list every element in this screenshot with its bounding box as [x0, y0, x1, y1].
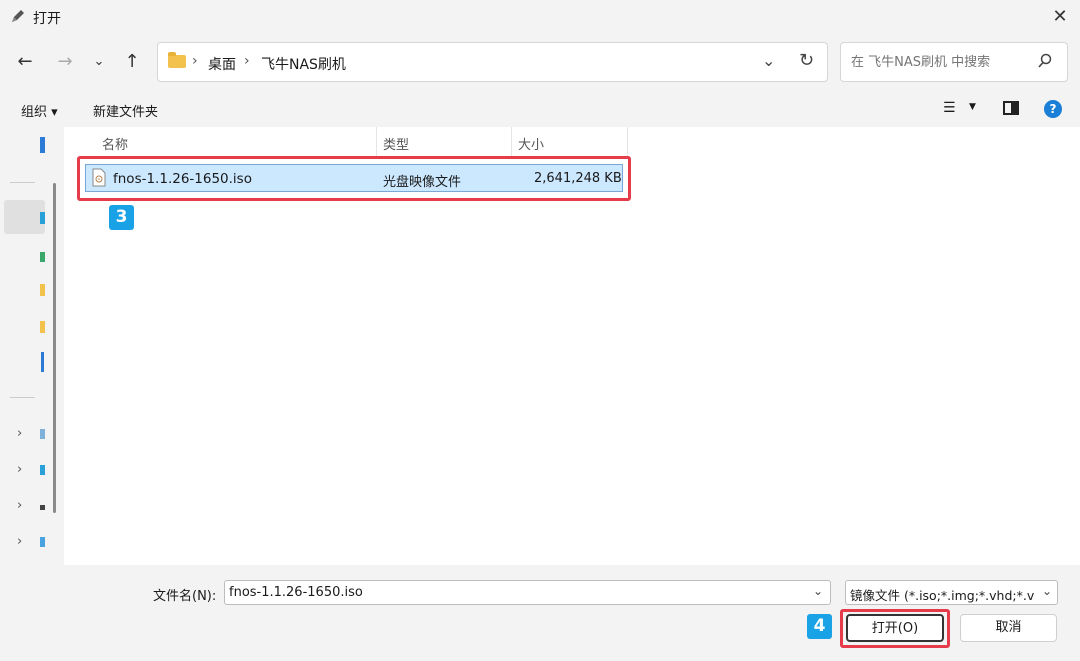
- nav-item-icon[interactable]: [41, 352, 44, 372]
- address-bar[interactable]: › 桌面 › 飞牛NAS刷机 ⌄ ↻: [157, 42, 828, 82]
- folder-icon: [168, 52, 186, 68]
- view-list-icon[interactable]: ☰: [943, 100, 956, 116]
- filename-field[interactable]: fnos-1.1.26-1650.iso ⌄: [224, 580, 831, 605]
- expand-chevron-icon[interactable]: ›: [17, 498, 22, 513]
- breadcrumb-separator: ›: [244, 53, 250, 69]
- filetype-value: 镜像文件 (*.iso;*.img;*.vhd;*.v: [850, 588, 1035, 603]
- nav-item-folder-icon[interactable]: [40, 321, 45, 333]
- organize-button[interactable]: 组织 ▾: [21, 101, 58, 120]
- search-input[interactable]: [849, 52, 1029, 72]
- chevron-down-icon[interactable]: ⌄: [1042, 584, 1052, 598]
- nav-item-icon[interactable]: [40, 252, 45, 262]
- window-title: 打开: [33, 11, 61, 27]
- refresh-icon[interactable]: ↻: [799, 50, 814, 71]
- chevron-down-icon[interactable]: ⌄: [813, 584, 823, 598]
- filename-label: 文件名(N):: [153, 589, 217, 604]
- view-dropdown-icon[interactable]: ▼: [969, 102, 976, 112]
- chevron-down-icon[interactable]: ⌄: [86, 49, 112, 75]
- nav-item-icon[interactable]: [40, 137, 45, 153]
- help-icon[interactable]: ?: [1044, 100, 1062, 118]
- search-icon[interactable]: [1037, 53, 1053, 73]
- step-badge-4: 4: [807, 614, 832, 639]
- new-folder-button[interactable]: 新建文件夹: [93, 101, 158, 120]
- filename-value: fnos-1.1.26-1650.iso: [229, 585, 363, 600]
- title-bar: 打开 ✕: [0, 0, 1080, 33]
- nav-item-icon[interactable]: [40, 429, 45, 439]
- cancel-button[interactable]: 取消: [960, 614, 1057, 642]
- column-header-type[interactable]: 类型: [383, 134, 409, 153]
- open-button[interactable]: 打开(O): [846, 614, 944, 642]
- column-divider[interactable]: [511, 127, 512, 157]
- nav-item-icon[interactable]: [40, 537, 45, 547]
- column-header-size[interactable]: 大小: [518, 134, 544, 153]
- filetype-select[interactable]: 镜像文件 (*.iso;*.img;*.vhd;*.v ⌄: [845, 580, 1058, 605]
- expand-chevron-icon[interactable]: ›: [17, 534, 22, 549]
- back-icon[interactable]: ←: [12, 49, 38, 75]
- app-pen-icon: [10, 8, 26, 24]
- annotation-highlight-file: [77, 156, 631, 201]
- sidebar-scrollbar[interactable]: [53, 183, 56, 513]
- breadcrumb-folder[interactable]: 飞牛NAS刷机: [261, 54, 346, 74]
- nav-item-selected[interactable]: [4, 200, 45, 234]
- expand-chevron-icon[interactable]: ›: [17, 426, 22, 441]
- column-header-name[interactable]: 名称: [102, 134, 128, 153]
- breadcrumb-separator: ›: [192, 53, 198, 69]
- nav-item-icon[interactable]: [40, 465, 45, 475]
- nav-divider: [10, 397, 35, 398]
- nav-divider: [10, 182, 35, 183]
- address-dropdown-icon[interactable]: ⌄: [762, 51, 775, 70]
- column-divider[interactable]: [376, 127, 377, 157]
- search-box[interactable]: [840, 42, 1068, 82]
- close-icon[interactable]: ✕: [1049, 6, 1071, 28]
- nav-item-icon[interactable]: [40, 505, 45, 510]
- up-icon[interactable]: ↑: [119, 49, 145, 75]
- preview-pane-icon[interactable]: [1003, 101, 1019, 115]
- column-divider[interactable]: [627, 127, 628, 157]
- expand-chevron-icon[interactable]: ›: [17, 462, 22, 477]
- breadcrumb-desktop[interactable]: 桌面: [208, 54, 236, 74]
- step-badge-3: 3: [109, 205, 134, 230]
- forward-icon[interactable]: →: [52, 49, 78, 75]
- nav-item-folder-icon[interactable]: [40, 284, 45, 296]
